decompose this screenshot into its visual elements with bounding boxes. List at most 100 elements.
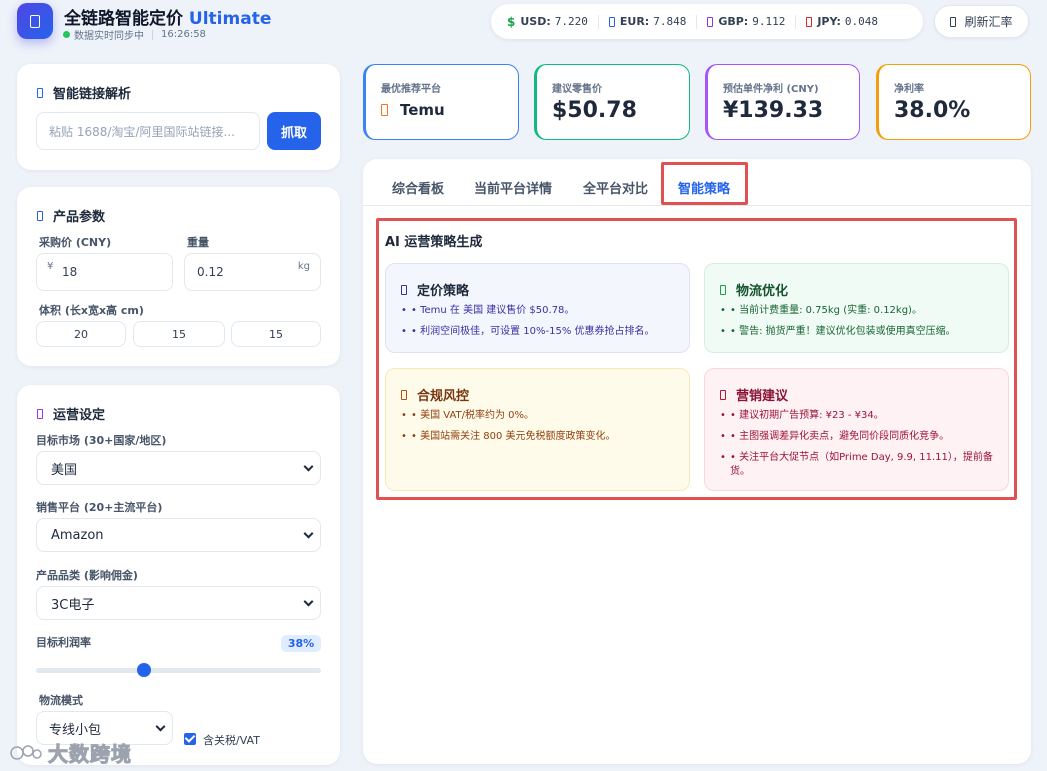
logistics-value: 专线小包 bbox=[49, 722, 102, 738]
watermark-text: 大数跨境 bbox=[48, 742, 132, 767]
platform-value: Amazon bbox=[51, 527, 104, 543]
category-label: 产品品类 (影响佣金) bbox=[36, 569, 138, 582]
platform-icon bbox=[381, 104, 388, 116]
link-parse-title-text: 智能链接解析 bbox=[53, 87, 132, 102]
link-url-input[interactable]: 粘贴 1688/淘宝/阿里国际站链接... bbox=[36, 112, 260, 150]
divider bbox=[152, 29, 153, 40]
rate-gbp: GBP: 9.112 bbox=[707, 15, 785, 28]
weight-input[interactable]: 0.12 kg bbox=[184, 253, 321, 291]
rate-currency: EUR: bbox=[619, 15, 650, 28]
kpi-value: Temu bbox=[381, 101, 445, 119]
sync-time: 16:26:58 bbox=[161, 29, 206, 40]
kpi-best-platform: 最优推荐平台 Temu bbox=[363, 64, 519, 140]
fetch-button[interactable]: 抓取 bbox=[267, 112, 321, 150]
pricing-strategy-title: 定价策略 bbox=[401, 280, 469, 299]
watermark-logo-icon bbox=[10, 744, 42, 760]
megaphone-icon bbox=[720, 389, 726, 400]
compliance-title: 合规风控 bbox=[401, 385, 469, 404]
tab-highlight-box bbox=[661, 162, 748, 205]
chevron-down-icon bbox=[155, 721, 166, 732]
settings-icon bbox=[37, 408, 43, 419]
kpi-value: $50.78 bbox=[552, 98, 637, 123]
scard-title-text: 合规风控 bbox=[417, 389, 470, 404]
list-item: • 警告: 抛货严重！建议优化包装或使用真空压缩。 bbox=[720, 325, 994, 339]
product-params-title-text: 产品参数 bbox=[53, 210, 106, 225]
margin-value-badge: 38% bbox=[281, 635, 321, 652]
volume-label: 体积 (长x宽x高 cm) bbox=[39, 304, 144, 317]
pound-icon bbox=[707, 16, 714, 27]
weight-value: 0.12 bbox=[197, 265, 224, 279]
length-value: 20 bbox=[74, 327, 88, 341]
kpi-value: ¥139.33 bbox=[723, 98, 824, 123]
tab-dashboard[interactable]: 综合看板 bbox=[392, 178, 444, 197]
tax-checkbox[interactable] bbox=[184, 733, 196, 745]
width-input[interactable]: 15 bbox=[133, 321, 225, 347]
pricing-bullets: • Temu 在 美国 建议售价 $50.78。 • 利润空间极佳，可设置 10… bbox=[401, 304, 675, 346]
euro-icon bbox=[608, 16, 615, 27]
rate-jpy: JPY: 0.048 bbox=[806, 15, 878, 28]
scard-title-text: 定价策略 bbox=[417, 284, 470, 299]
pricing-strategy-card: 定价策略 • Temu 在 美国 建议售价 $50.78。 • 利润空间极佳，可… bbox=[385, 263, 690, 353]
shield-icon bbox=[401, 389, 407, 400]
app-title: 全链路智能定价 Ultimate bbox=[64, 4, 271, 29]
weight-unit: kg bbox=[297, 261, 310, 272]
tab-platform-details[interactable]: 当前平台详情 bbox=[474, 178, 552, 197]
purchase-price-input[interactable]: ¥ 18 bbox=[36, 253, 173, 291]
refresh-icon bbox=[950, 16, 957, 27]
sync-status: 数据实时同步中 16:26:58 bbox=[63, 27, 206, 42]
exchange-rates-bar: $ USD: 7.220 EUR: 7.848 GBP: 9.112 JPY: … bbox=[491, 4, 923, 39]
product-params-title: 产品参数 bbox=[37, 206, 105, 225]
kpi-value: 38.0% bbox=[894, 98, 971, 123]
logo-icon bbox=[30, 14, 40, 28]
platform-label: 销售平台 (20+主流平台) bbox=[36, 501, 163, 514]
refresh-rates-label: 刷新汇率 bbox=[964, 15, 1013, 29]
rate-value: 0.048 bbox=[844, 15, 879, 28]
kpi-net-profit: 预估单件净利 (CNY) ¥139.33 bbox=[705, 64, 860, 140]
logistics-label: 物流模式 bbox=[39, 694, 83, 707]
kpi-label: 最优推荐平台 bbox=[381, 84, 441, 95]
divider bbox=[795, 14, 797, 29]
list-item: • 建议初期广告预算: ¥23 - ¥34。 bbox=[720, 409, 994, 423]
market-label: 目标市场 (30+国家/地区) bbox=[36, 434, 167, 447]
rate-value: 7.848 bbox=[653, 15, 687, 28]
rate-currency: USD: bbox=[520, 15, 551, 28]
list-item: • 美国 VAT/税率约为 0%。 bbox=[401, 409, 675, 423]
list-item: • 主图强调差异化卖点，避免同价段同质化竞争。 bbox=[720, 430, 994, 444]
margin-slider[interactable] bbox=[36, 663, 321, 677]
operations-title-text: 运营设定 bbox=[53, 408, 106, 423]
category-select[interactable]: 3C电子 bbox=[36, 586, 321, 620]
rate-value: 9.112 bbox=[752, 15, 786, 28]
rate-eur: EUR: 7.848 bbox=[608, 15, 687, 28]
list-item: • Temu 在 美国 建议售价 $50.78。 bbox=[401, 304, 675, 318]
tabs-divider bbox=[363, 205, 1031, 206]
tab-platform-compare[interactable]: 全平台对比 bbox=[583, 178, 648, 197]
length-input[interactable]: 20 bbox=[36, 321, 126, 347]
market-select[interactable]: 美国 bbox=[36, 451, 321, 485]
chevron-down-icon bbox=[303, 596, 314, 607]
purchase-price-value: 18 bbox=[62, 265, 78, 279]
purchase-price-label: 采购价 (CNY) bbox=[39, 236, 112, 249]
link-icon bbox=[37, 87, 43, 98]
rate-value: 7.220 bbox=[554, 15, 588, 28]
app-logo bbox=[17, 3, 53, 39]
height-value: 15 bbox=[269, 327, 283, 341]
kpi-label: 净利率 bbox=[894, 84, 924, 95]
height-input[interactable]: 15 bbox=[231, 321, 321, 347]
list-item: • 关注平台大促节点（如Prime Day, 9.9, 11.11），提前备货。 bbox=[720, 451, 994, 479]
currency-prefix: ¥ bbox=[47, 261, 54, 272]
logistics-title: 物流优化 bbox=[720, 280, 788, 299]
yen-icon bbox=[806, 16, 813, 27]
app-title-text: 全链路智能定价 bbox=[64, 9, 183, 29]
truck-icon bbox=[720, 284, 726, 295]
marketing-card: 营销建议 • 建议初期广告预算: ¥23 - ¥34。 • 主图强调差异化卖点，… bbox=[704, 368, 1009, 491]
divider bbox=[597, 14, 599, 29]
logistics-card: 物流优化 • 当前计费重量: 0.75kg (实重: 0.12kg)。 • 警告… bbox=[704, 263, 1009, 353]
refresh-rates-button[interactable]: 刷新汇率 bbox=[934, 5, 1029, 38]
rate-currency: JPY: bbox=[817, 15, 841, 28]
kpi-retail-price: 建议零售价 $50.78 bbox=[534, 64, 690, 140]
platform-select[interactable]: Amazon bbox=[36, 518, 321, 552]
kpi-label: 预估单件净利 (CNY) bbox=[723, 84, 819, 95]
link-parse-title: 智能链接解析 bbox=[37, 83, 131, 102]
dollar-icon: $ bbox=[507, 14, 516, 29]
rate-usd: $ USD: 7.220 bbox=[507, 15, 588, 29]
